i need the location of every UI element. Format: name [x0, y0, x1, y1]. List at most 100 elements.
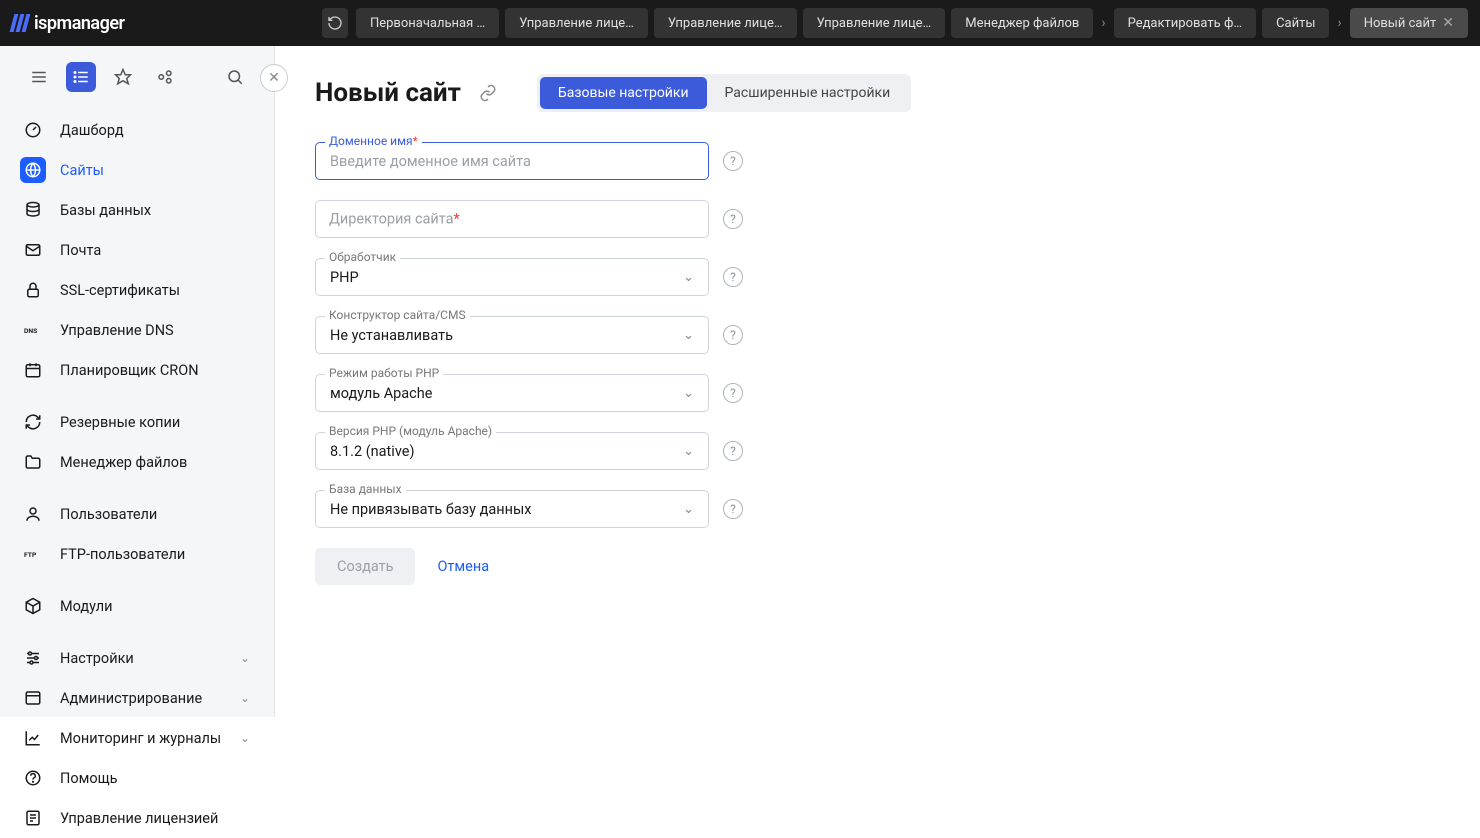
- sidebar-item[interactable]: Мониторинг и журналы⌄: [0, 718, 274, 758]
- help-cms[interactable]: ?: [723, 325, 743, 345]
- help-icon: [20, 765, 46, 791]
- chevron-down-icon: ⌄: [683, 328, 694, 343]
- handler-value: PHP: [330, 269, 359, 286]
- label-handler: Обработчик: [325, 250, 400, 264]
- star-icon: [114, 68, 132, 86]
- sidebar-item[interactable]: Пользователи: [0, 494, 274, 534]
- top-tab[interactable]: Управление лице…: [803, 8, 946, 38]
- phpversion-value: 8.1.2 (native): [330, 443, 415, 460]
- breadcrumb-separator: ›: [1335, 15, 1343, 31]
- sidebar-item[interactable]: Модули: [0, 586, 274, 626]
- directory-input[interactable]: [315, 200, 709, 238]
- search-icon: [226, 68, 244, 86]
- folder-icon: [20, 449, 46, 475]
- chevron-down-icon: ⌄: [683, 444, 694, 459]
- help-handler[interactable]: ?: [723, 267, 743, 287]
- help-phpversion[interactable]: ?: [723, 441, 743, 461]
- top-tab[interactable]: Управление лице…: [505, 8, 648, 38]
- breadcrumb-separator: ›: [1099, 15, 1107, 31]
- sidebar-item[interactable]: Настройки⌄: [0, 638, 274, 678]
- lock-icon: [20, 277, 46, 303]
- history-back-button[interactable]: [322, 8, 347, 38]
- search-button[interactable]: [220, 62, 250, 92]
- field-phpversion: Версия PHP (модуль Apache) 8.1.2 (native…: [315, 432, 709, 470]
- sidebar-item-label: SSL-сертификаты: [60, 282, 180, 299]
- page-header: Новый сайт Базовые настройки Расширенные…: [315, 74, 1440, 112]
- sidebar-item-label: Пользователи: [60, 506, 157, 523]
- sidebar-item[interactable]: Помощь: [0, 758, 274, 798]
- sidebar-item[interactable]: SSL-сертификаты: [0, 270, 274, 310]
- sidebar-item[interactable]: Резервные копии: [0, 402, 274, 442]
- window-icon: [20, 685, 46, 711]
- close-icon[interactable]: ✕: [1442, 15, 1454, 31]
- svg-text:FTP: FTP: [24, 551, 37, 559]
- help-database[interactable]: ?: [723, 499, 743, 519]
- top-tab[interactable]: Первоначальная …: [356, 8, 499, 38]
- integrations-button[interactable]: [150, 62, 180, 92]
- label-domain: Доменное имя*: [325, 134, 422, 148]
- sidebar-item[interactable]: DNS Управление DNS: [0, 310, 274, 350]
- chevron-down-icon: ⌄: [240, 731, 250, 745]
- link-icon[interactable]: [479, 84, 497, 102]
- help-directory[interactable]: ?: [723, 209, 743, 229]
- close-panel-button[interactable]: ✕: [260, 64, 288, 92]
- top-tab[interactable]: Управление лице…: [654, 8, 797, 38]
- top-tab[interactable]: Менеджер файлов: [951, 8, 1093, 38]
- top-tab[interactable]: Сайты: [1262, 8, 1329, 38]
- sidebar-item-label: Настройки: [60, 650, 134, 667]
- sidebar-item-label: Базы данных: [60, 202, 151, 219]
- sidebar-item[interactable]: Менеджер файлов: [0, 442, 274, 482]
- page-title: Новый сайт: [315, 78, 461, 108]
- chevron-down-icon: ⌄: [683, 270, 694, 285]
- field-database: База данных Не привязывать базу данных ⌄: [315, 490, 709, 528]
- sidebar-item-label: Менеджер файлов: [60, 454, 187, 471]
- cms-value: Не устанавливать: [330, 327, 453, 344]
- topbar: ispmanager Первоначальная …Управление ли…: [0, 0, 1480, 46]
- sidebar-item[interactable]: Дашборд: [0, 110, 274, 150]
- sliders-icon: [20, 645, 46, 671]
- sidebar-item[interactable]: Управление лицензией: [0, 798, 274, 838]
- favorites-button[interactable]: [108, 62, 138, 92]
- license-icon: [20, 805, 46, 831]
- package-icon: [20, 593, 46, 619]
- sidebar-item[interactable]: Почта: [0, 230, 274, 270]
- create-button[interactable]: Создать: [315, 548, 415, 585]
- sidebar-item-label: Почта: [60, 242, 101, 259]
- tab-advanced[interactable]: Расширенные настройки: [707, 77, 909, 109]
- sidebar-item-label: Модули: [60, 598, 113, 615]
- nav-list: Дашборд Сайты Базы данных Почта SSL-сертифик…: [0, 110, 274, 838]
- sidebar-item-label: Управление DNS: [60, 322, 174, 339]
- list-icon: [72, 68, 90, 86]
- sidebar-item-label: Резервные копии: [60, 414, 180, 431]
- help-phpmode[interactable]: ?: [723, 383, 743, 403]
- label-database: База данных: [325, 482, 406, 496]
- logo-stripes-icon: [12, 14, 28, 32]
- field-domain: Доменное имя*: [315, 142, 709, 180]
- tab-basic[interactable]: Базовые настройки: [540, 77, 707, 109]
- chevron-down-icon: ⌄: [683, 502, 694, 517]
- ftp-icon: FTP: [20, 541, 46, 567]
- logo[interactable]: ispmanager: [12, 13, 124, 34]
- brand-text: ispmanager: [34, 13, 124, 34]
- sidebar-item[interactable]: Планировщик CRON: [0, 350, 274, 390]
- user-icon: [20, 501, 46, 527]
- field-handler: Обработчик PHP ⌄: [315, 258, 709, 296]
- top-tab[interactable]: Редактировать ф…: [1114, 8, 1257, 38]
- list-view-button[interactable]: [66, 62, 96, 92]
- field-phpmode: Режим работы PHP модуль Apache ⌄: [315, 374, 709, 412]
- help-domain[interactable]: ?: [723, 151, 743, 171]
- sidebar-item[interactable]: FTPFTP-пользователи: [0, 534, 274, 574]
- sidebar-toolbar: [0, 62, 274, 110]
- sidebar-item[interactable]: Базы данных: [0, 190, 274, 230]
- label-cms: Конструктор сайта/CMS: [325, 308, 470, 322]
- menu-toggle-button[interactable]: [24, 62, 54, 92]
- dns-icon: DNS: [20, 317, 46, 343]
- sidebar-item[interactable]: Сайты: [0, 150, 274, 190]
- top-tab[interactable]: Новый сайт✕: [1350, 8, 1468, 38]
- sidebar-item-label: Дашборд: [60, 122, 124, 139]
- chevron-down-icon: ⌄: [683, 386, 694, 401]
- menu-icon: [30, 68, 48, 86]
- cancel-button[interactable]: Отмена: [437, 558, 489, 575]
- sidebar: ✕ ДашбордСайтыБазы данныхПочтаSSL-сертиф…: [0, 46, 275, 717]
- sidebar-item[interactable]: Администрирование⌄: [0, 678, 274, 718]
